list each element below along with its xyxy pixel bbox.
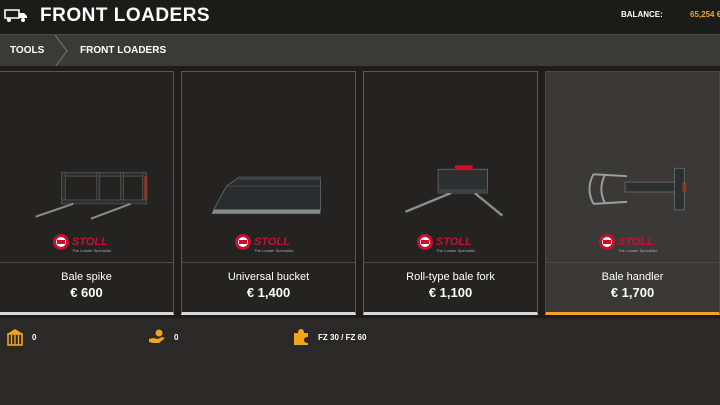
stat-running-cost: 0 [148, 326, 178, 348]
svg-text:The Loader Specialist.: The Loader Specialist. [618, 248, 658, 253]
item-price: € 1,700 [610, 285, 655, 300]
stat-storage: 0 [6, 326, 36, 348]
svg-text:STOLL: STOLL [254, 236, 290, 248]
stoll-logo-icon: STOLL The Loader Specialist. [598, 234, 658, 253]
balance-label: BALANCE: [621, 10, 663, 19]
chevron-right-icon [54, 35, 68, 67]
stat-compatibility: FZ 30 / FZ 60 [292, 326, 366, 348]
stat-running-cost-value: 0 [174, 332, 179, 342]
stat-compatibility-value: FZ 30 / FZ 60 [318, 332, 367, 342]
roll-type-bale-fork-image [405, 165, 504, 217]
stoll-logo-icon: STOLL The Loader Specialist. [52, 234, 112, 253]
item-price: € 1,100 [428, 285, 473, 300]
balance-value: 65,254 € [690, 10, 720, 19]
card-divider [0, 262, 173, 263]
bale-handler-image [588, 167, 687, 211]
item-name: Bale handler [601, 271, 664, 283]
svg-text:The Loader Specialist.: The Loader Specialist. [72, 248, 112, 253]
item-name: Universal bucket [227, 271, 310, 283]
svg-text:STOLL: STOLL [72, 236, 108, 248]
puzzle-icon [294, 329, 308, 345]
shop-item-universal-bucket[interactable]: STOLL The Loader Specialist. Universal b… [181, 71, 356, 315]
shop-item-bale-handler[interactable]: STOLL The Loader Specialist. Bale handle… [545, 71, 720, 315]
item-details-bar: 0 0 FZ 30 / FZ 60 [0, 318, 720, 405]
item-name: Roll-type bale fork [406, 271, 495, 283]
item-price: € 1,400 [246, 285, 291, 300]
item-name: Bale spike [61, 271, 112, 283]
svg-text:STOLL: STOLL [436, 236, 472, 248]
card-divider [182, 262, 355, 263]
top-bar: FRONT LOADERS BALANCE: 65,254 € [0, 0, 720, 34]
universal-bucket-image [211, 176, 321, 214]
card-divider [364, 262, 537, 263]
shop-item-roll-type-bale-fork[interactable]: STOLL The Loader Specialist. Roll-type b… [363, 71, 538, 315]
stoll-logo-icon: STOLL The Loader Specialist. [416, 234, 476, 253]
svg-text:The Loader Specialist.: The Loader Specialist. [436, 248, 476, 253]
breadcrumb-tools[interactable]: TOOLS [10, 45, 44, 56]
svg-text:STOLL: STOLL [618, 236, 654, 248]
stoll-logo-icon: STOLL The Loader Specialist. [234, 234, 294, 253]
hand-coin-icon [149, 329, 165, 343]
crate-icon [7, 329, 23, 346]
shop-item-bale-spike[interactable]: STOLL The Loader Specialist. Bale spike … [0, 71, 174, 315]
bale-spike-image [35, 171, 148, 220]
shop-item-list: STOLL The Loader Specialist. Bale spike … [0, 66, 720, 318]
breadcrumb: TOOLS FRONT LOADERS [0, 34, 720, 67]
svg-text:The Loader Specialist.: The Loader Specialist. [254, 248, 294, 253]
item-price: € 600 [70, 285, 103, 300]
page-title: FRONT LOADERS [40, 5, 211, 26]
card-divider [546, 262, 719, 263]
truck-icon [4, 9, 27, 22]
breadcrumb-front-loaders[interactable]: FRONT LOADERS [80, 45, 166, 56]
stat-storage-value: 0 [32, 332, 37, 342]
